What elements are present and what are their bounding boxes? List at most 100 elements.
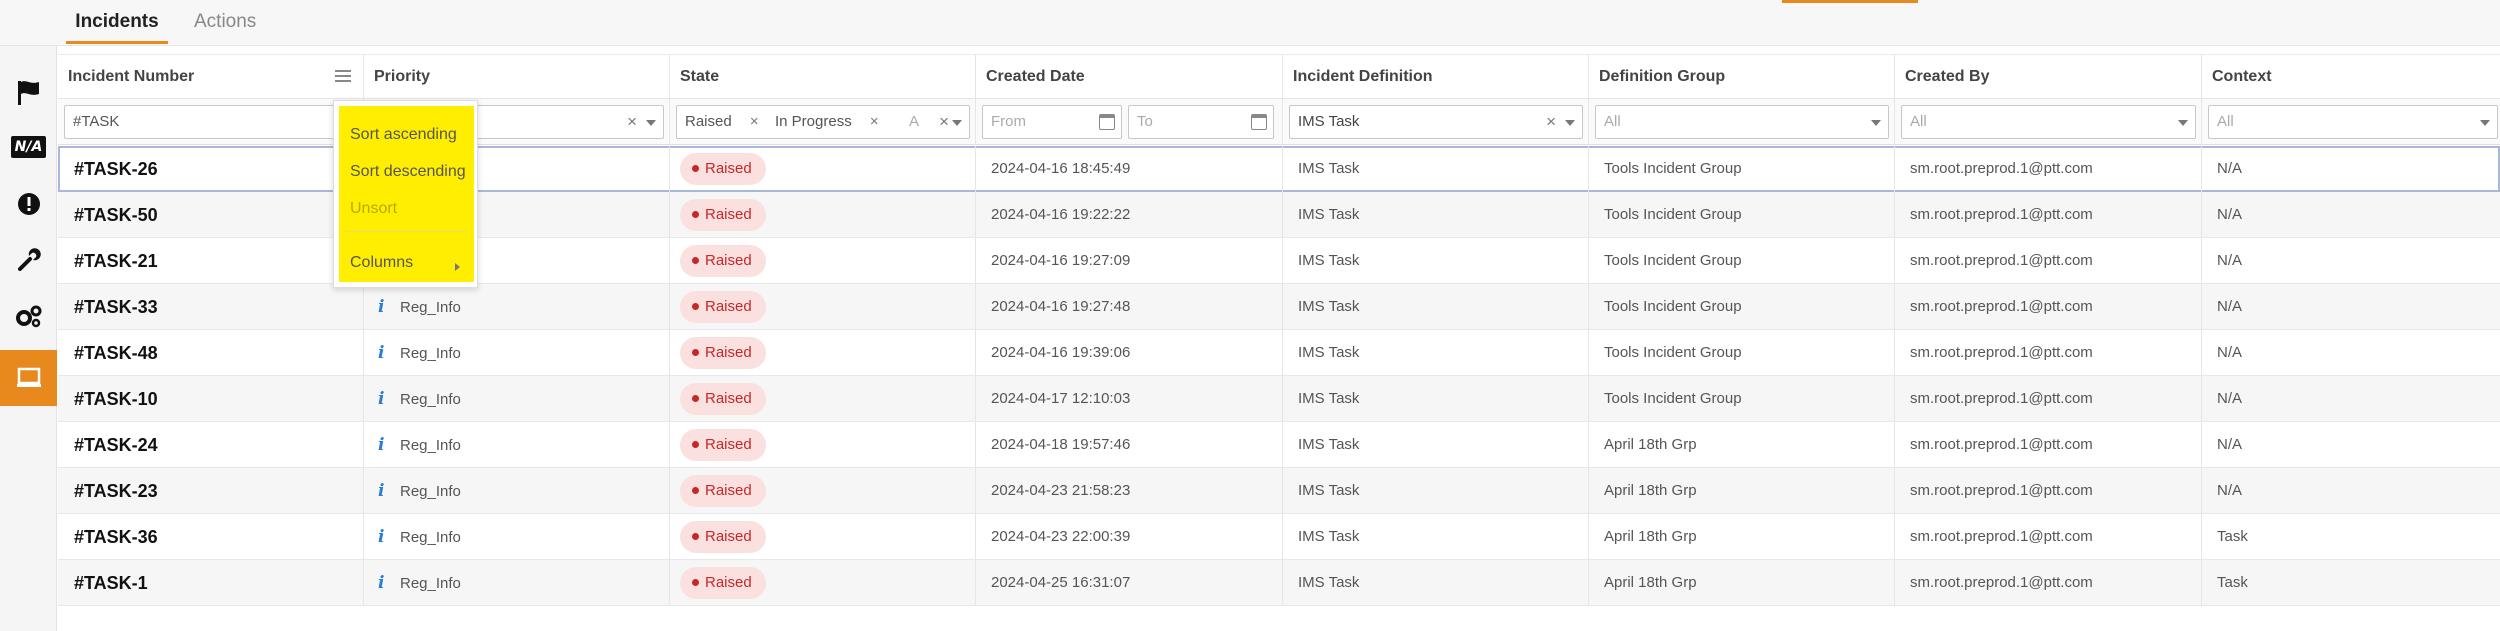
- status-dot-icon: [692, 440, 699, 448]
- context-cell: N/A: [2217, 206, 2243, 223]
- column-header-priority[interactable]: Priority: [364, 55, 670, 100]
- status-badge: Raised: [680, 521, 766, 554]
- table-row[interactable]: #TASK-36 i Reg_Info Raised 2024-04-23 22:00:…: [58, 514, 2500, 560]
- created-date-cell: 2024-04-16 19:39:06: [976, 330, 1283, 376]
- created-by-cell: sm.root.preprod.1@ptt.com: [1895, 560, 2202, 606]
- incident-number-cell: #TASK-23: [58, 468, 364, 514]
- priority-label: Reg_Info: [400, 345, 461, 362]
- context-cell: N/A: [2217, 252, 2243, 269]
- status-badge: Raised: [680, 475, 766, 508]
- state-chip-raised: Raised ×: [685, 110, 759, 135]
- tab-incidents[interactable]: Incidents: [66, 8, 168, 44]
- table-row[interactable]: #TASK-23 i Reg_Info Raised 2024-04-23 21:58:…: [58, 468, 2500, 514]
- menu-item-columns[interactable]: Columns: [350, 254, 413, 272]
- status-label: Raised: [705, 390, 752, 408]
- created-date-cell: 2024-04-16 19:22:22: [976, 192, 1283, 238]
- created-date-cell: 2024-04-16 18:45:49: [976, 146, 1283, 192]
- status-badge: Raised: [680, 337, 766, 370]
- state-cell: Raised: [670, 284, 976, 330]
- chevron-down-icon[interactable]: [2480, 120, 2490, 126]
- state-chip-partial: A: [909, 113, 920, 130]
- status-dot-icon: [692, 578, 699, 586]
- chevron-down-icon[interactable]: [2178, 120, 2188, 126]
- calendar-icon[interactable]: [1099, 114, 1115, 130]
- sidebar-item-tools[interactable]: [0, 232, 57, 288]
- table-row[interactable]: #TASK-1 i Reg_Info Raised 2024-04-25 16:31:0…: [58, 560, 2500, 606]
- info-icon: i: [378, 297, 385, 317]
- sidebar-item-settings[interactable]: [0, 288, 57, 344]
- incident-number-filter-input[interactable]: #TASK: [64, 105, 356, 139]
- column-header-created-by[interactable]: Created By: [1895, 55, 2202, 100]
- table-row[interactable]: #TASK-48 i Reg_Info Raised 2024-04-16 19:39:…: [58, 330, 2500, 376]
- filter-cell-created-date: From To: [976, 99, 1283, 145]
- incident-definition-cell: IMS Task: [1283, 192, 1589, 238]
- table-row[interactable]: #TASK-24 i Reg_Info Raised 2024-04-18 19:57:…: [58, 422, 2500, 468]
- sidebar-item-flag[interactable]: [0, 65, 57, 121]
- definition-group-cell: April 18th Grp: [1589, 560, 1895, 606]
- chevron-down-icon[interactable]: [646, 120, 656, 126]
- date-to-input[interactable]: To: [1128, 105, 1274, 139]
- chip-remove-icon[interactable]: ×: [870, 113, 879, 130]
- incident-definition-filter-select[interactable]: IMS Task ×: [1289, 105, 1583, 139]
- definition-group-cell: April 18th Grp: [1589, 514, 1895, 560]
- alert-icon: [17, 193, 40, 215]
- table-row[interactable]: #TASK-10 i Reg_Info Raised 2024-04-17 12:10:…: [58, 376, 2500, 422]
- clear-icon[interactable]: ×: [1546, 106, 1556, 138]
- select-value: All: [1910, 113, 1927, 130]
- created-date-cell: 2024-04-23 21:58:23: [976, 468, 1283, 514]
- column-header-state[interactable]: State: [670, 55, 976, 100]
- filter-cell-incident-definition: IMS Task ×: [1283, 99, 1589, 145]
- incident-definition-cell: IMS Task: [1283, 514, 1589, 560]
- status-dot-icon: [692, 486, 699, 494]
- menu-item-sort-descending[interactable]: Sort descending: [350, 163, 466, 181]
- sidebar-item-alert[interactable]: [0, 176, 57, 232]
- incident-definition-cell: IMS Task: [1283, 376, 1589, 422]
- chevron-down-icon[interactable]: [1565, 120, 1575, 126]
- clear-icon[interactable]: ×: [939, 106, 949, 138]
- priority-label: Reg_Info: [400, 529, 461, 546]
- state-cell: Raised: [670, 146, 976, 192]
- wrench-icon: [17, 248, 41, 271]
- state-filter-multiselect[interactable]: Raised × In Progress × A ×: [676, 105, 970, 139]
- select-value: All: [1604, 113, 1621, 130]
- priority-cell: i Reg_Info: [364, 330, 670, 376]
- created-by-cell: sm.root.preprod.1@ptt.com: [1895, 422, 2202, 468]
- status-badge: Raised: [680, 153, 766, 186]
- column-header-definition-group[interactable]: Definition Group: [1589, 55, 1895, 100]
- column-header-created-date[interactable]: Created Date: [976, 55, 1283, 100]
- context-cell: N/A: [2217, 390, 2243, 407]
- chevron-down-icon[interactable]: [952, 120, 962, 126]
- column-header-row: Incident Number Priority State Created D…: [58, 54, 2500, 100]
- created-date-cell: 2024-04-17 12:10:03: [976, 376, 1283, 422]
- column-header-incident-number[interactable]: Incident Number: [58, 55, 364, 100]
- column-header-label: Incident Number: [68, 68, 195, 85]
- status-label: Raised: [705, 344, 752, 362]
- chevron-right-icon: [455, 263, 460, 271]
- status-label: Raised: [705, 574, 752, 592]
- created-by-cell: sm.root.preprod.1@ptt.com: [1895, 330, 2202, 376]
- column-header-context[interactable]: Context: [2202, 55, 2500, 100]
- chevron-down-icon[interactable]: [1871, 120, 1881, 126]
- column-header-incident-definition[interactable]: Incident Definition: [1283, 55, 1589, 100]
- incident-number-cell: #TASK-48: [58, 330, 364, 376]
- status-label: Raised: [705, 482, 752, 500]
- priority-label: Reg_Info: [400, 437, 461, 454]
- date-from-input[interactable]: From: [982, 105, 1122, 139]
- table-row[interactable]: #TASK-33 i Reg_Info Raised 2024-04-16 19:27:…: [58, 284, 2500, 330]
- created-by-filter-select[interactable]: All: [1901, 105, 2196, 139]
- context-filter-select[interactable]: All: [2208, 105, 2498, 139]
- chip-remove-icon[interactable]: ×: [750, 113, 759, 130]
- status-dot-icon: [692, 210, 699, 218]
- calendar-icon[interactable]: [1251, 114, 1267, 130]
- clear-icon[interactable]: ×: [627, 106, 637, 138]
- tab-actions[interactable]: Actions: [194, 8, 256, 44]
- sidebar-item-na[interactable]: N/A: [0, 119, 57, 175]
- priority-label: Reg_Info: [400, 575, 461, 592]
- created-date-cell: 2024-04-16 19:27:48: [976, 284, 1283, 330]
- column-menu-icon[interactable]: [335, 70, 351, 83]
- state-cell: Raised: [670, 330, 976, 376]
- sidebar-item-monitor[interactable]: [0, 350, 57, 406]
- menu-item-sort-ascending[interactable]: Sort ascending: [350, 126, 457, 144]
- status-badge: Raised: [680, 245, 766, 278]
- definition-group-filter-select[interactable]: All: [1595, 105, 1889, 139]
